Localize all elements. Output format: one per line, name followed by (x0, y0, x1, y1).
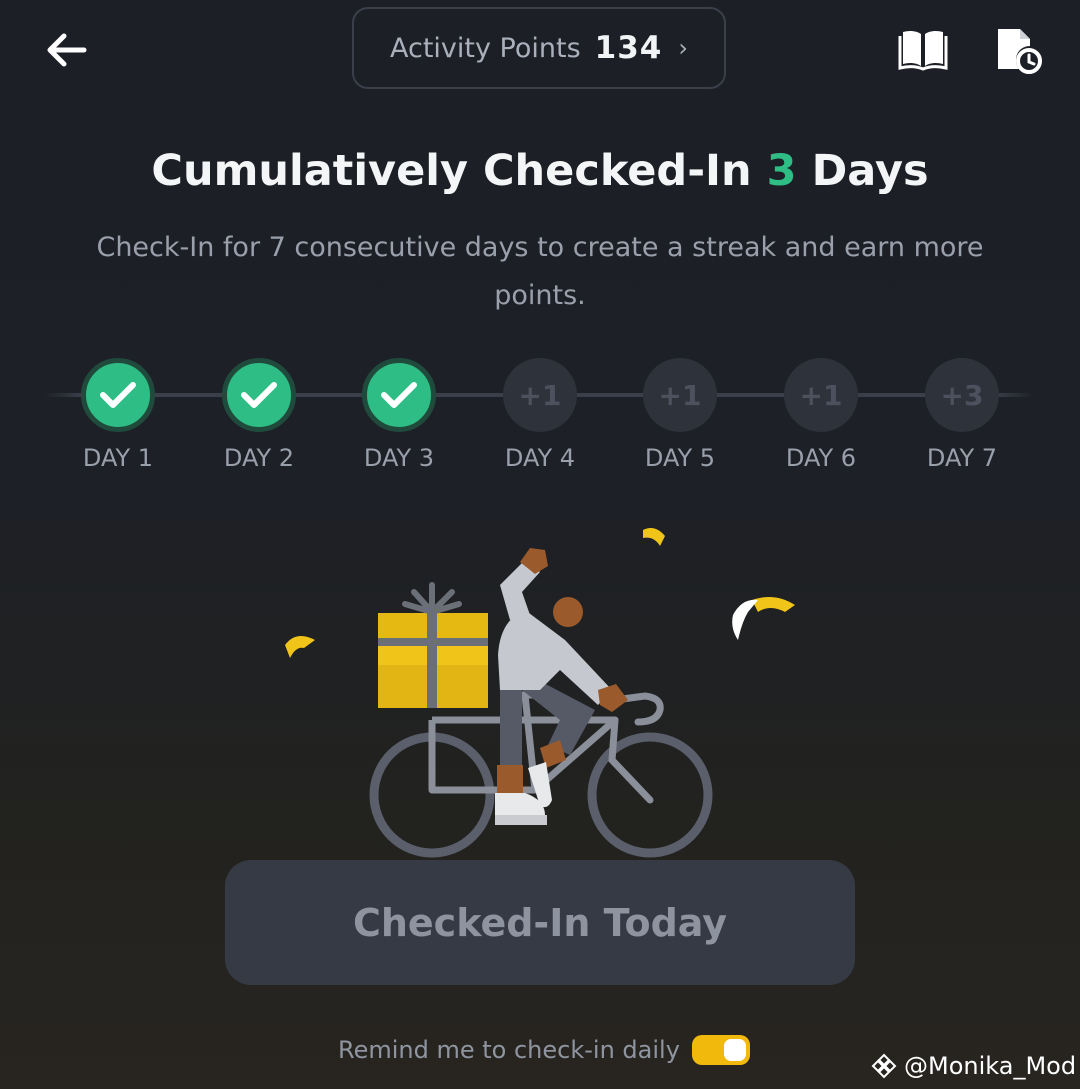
day-1-label: DAY 1 (82, 444, 154, 472)
watermark-text: @Monika_Mod (904, 1052, 1077, 1080)
day-6-bonus: +1 (799, 378, 843, 412)
day-4-label: DAY 4 (504, 444, 576, 472)
history-icon (998, 29, 1042, 74)
day-3-label: DAY 3 (363, 444, 435, 472)
history-button[interactable] (990, 24, 1044, 76)
day-3-node (362, 358, 436, 432)
activity-points-label: Activity Points (390, 32, 581, 64)
check-icon (100, 382, 136, 408)
day-2-label: DAY 2 (223, 444, 295, 472)
streak-description: Check-In for 7 consecutive days to creat… (96, 232, 984, 311)
checked-in-count: 3 (766, 146, 797, 196)
back-arrow-icon (47, 33, 87, 67)
headline-suffix: Days (811, 146, 929, 196)
day-6-label: DAY 6 (785, 444, 857, 472)
day-7-node: +3 (925, 358, 999, 432)
check-icon (381, 382, 417, 408)
daily-reminder-toggle[interactable] (691, 1035, 750, 1065)
day-6-node: +1 (784, 358, 858, 432)
chevron-right-icon: › (678, 34, 688, 62)
back-button[interactable] (36, 24, 96, 76)
day-5-node: +1 (643, 358, 717, 432)
daily-reminder-row: Remind me to check-in daily (338, 1030, 750, 1070)
day-4-bonus: +1 (518, 378, 562, 412)
book-icon (898, 30, 948, 71)
checked-in-today-button[interactable]: Checked-In Today (225, 860, 855, 985)
watermark: @Monika_Mod (870, 1048, 1076, 1084)
day-5-bonus: +1 (658, 378, 702, 412)
day-1-node (81, 358, 155, 432)
activity-points-value: 134 (594, 30, 663, 66)
check-icon (241, 382, 277, 408)
toggle-knob (723, 1039, 746, 1061)
day-7-label: DAY 7 (926, 444, 998, 472)
activity-points-button[interactable]: Activity Points 134 › (352, 7, 726, 89)
day-7-bonus: +3 (940, 378, 984, 412)
day-4-node: +1 (503, 358, 577, 432)
binance-logo-icon (871, 1053, 897, 1079)
daily-reminder-label: Remind me to check-in daily (338, 1036, 680, 1064)
day-2-node (222, 358, 296, 432)
day-5-label: DAY 5 (644, 444, 716, 472)
page-title: Cumulatively Checked-In 3 Days (0, 146, 1080, 196)
cyclist-gift-illustration (285, 528, 795, 858)
headline-prefix: Cumulatively Checked-In (151, 146, 752, 196)
guide-button[interactable] (896, 24, 950, 74)
